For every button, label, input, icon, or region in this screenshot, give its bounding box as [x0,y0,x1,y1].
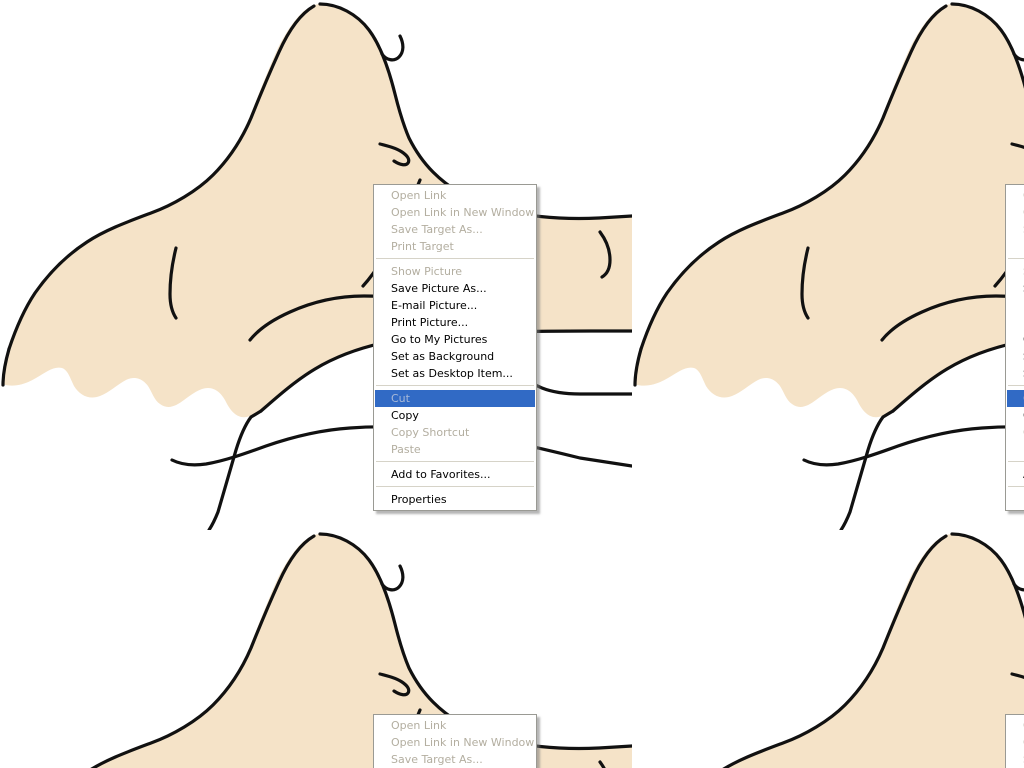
context-menu-right-tile[interactable]: Open LinkOpen Link in New WindowSave Tar… [1005,184,1024,511]
menu-item-save-picture-as[interactable]: Save Picture As... [1006,280,1024,297]
menu-item-show-picture: Show Picture [1006,263,1024,280]
hand-tile-top-right [632,0,1024,530]
menu-item-open-link-in-new-window: Open Link in New Window [391,736,535,749]
menu-item-copy-shortcut: Copy Shortcut [391,426,470,439]
context-menu-bottom-right[interactable]: Open LinkOpen Link in New WindowSave Tar… [1005,714,1024,768]
menu-item-go-to-my-pictures[interactable]: Go to My Pictures [1006,331,1024,348]
context-menu-primary[interactable]: Open Link Open Link in New Window Save Tar… [373,184,537,511]
menu-item-properties[interactable]: Properties [374,491,536,508]
menu-item-open-link: Open Link [1006,187,1024,204]
menu-item-open-link: Open Link [391,719,447,732]
menu-item-open-link-in-new-window: Open Link in New Window [391,206,535,219]
menu-item-e-mail-picture[interactable]: E-mail Picture... [1006,297,1024,314]
hand-illustration [0,0,632,530]
menu-separator [1008,258,1024,260]
hand-illustration [632,0,1024,530]
menu-item-print-picture[interactable]: Print Picture... [374,314,536,331]
menu-separator [376,385,534,387]
menu-separator [1008,385,1024,387]
menu-separator [376,461,534,463]
menu-item-paste: Paste [1006,441,1024,458]
menu-item-copy[interactable]: Copy [1006,407,1024,424]
hand-illustration [632,530,1024,768]
menu-item-open-link: Open Link [1006,717,1024,734]
menu-item-open-link-in-new-window: Open Link in New Window [1006,734,1024,751]
menu-item-set-as-background[interactable]: Set as Background [374,348,536,365]
menu-item-save-target-as: Save Target As... [391,223,483,236]
menu-item-show-picture: Show Picture [391,265,463,278]
menu-item-set-as-desktop-item[interactable]: Set as Desktop Item... [1006,365,1024,382]
hand-tile-bottom-left [0,530,632,768]
menu-item-copy[interactable]: Copy [374,407,536,424]
menu-item-add-to-favorites[interactable]: Add to Favorites... [1006,466,1024,483]
hand-tile-bottom-right [632,530,1024,768]
menu-item-properties[interactable]: Properties [1006,491,1024,508]
menu-item-go-to-my-pictures[interactable]: Go to My Pictures [374,331,536,348]
menu-item-cut[interactable]: Cut [1007,390,1024,407]
menu-item-print-target: Print Target [391,240,454,253]
menu-item-save-target-as: Save Target As... [1006,751,1024,768]
menu-item-print-picture[interactable]: Print Picture... [1006,314,1024,331]
menu-item-add-to-favorites[interactable]: Add to Favorites... [374,466,536,483]
menu-item-open-link-in-new-window: Open Link in New Window [1006,204,1024,221]
menu-separator [376,258,534,260]
context-menu-bottom-tile[interactable]: Open Link Open Link in New Window Save Tar… [373,714,537,768]
menu-item-save-target-as: Save Target As... [1006,221,1024,238]
menu-separator [1008,486,1024,488]
menu-separator [376,486,534,488]
menu-item-paste: Paste [391,443,421,456]
menu-item-set-as-desktop-item[interactable]: Set as Desktop Item... [374,365,536,382]
hand-illustration [0,530,632,768]
menu-separator [1008,461,1024,463]
menu-item-save-target-as: Save Target As... [391,753,483,766]
menu-item-save-picture-as[interactable]: Save Picture As... [374,280,536,297]
menu-item-cut[interactable]: Cut [375,390,535,407]
menu-item-e-mail-picture[interactable]: E-mail Picture... [374,297,536,314]
menu-item-print-target: Print Target [1006,238,1024,255]
menu-item-set-as-background[interactable]: Set as Background [1006,348,1024,365]
menu-item-open-link: Open Link [391,189,447,202]
browser-page-viewport: Open Link Open Link in New Window Save Tar… [0,0,1024,768]
hand-tile-top-left [0,0,632,530]
menu-item-copy-shortcut: Copy Shortcut [1006,424,1024,441]
